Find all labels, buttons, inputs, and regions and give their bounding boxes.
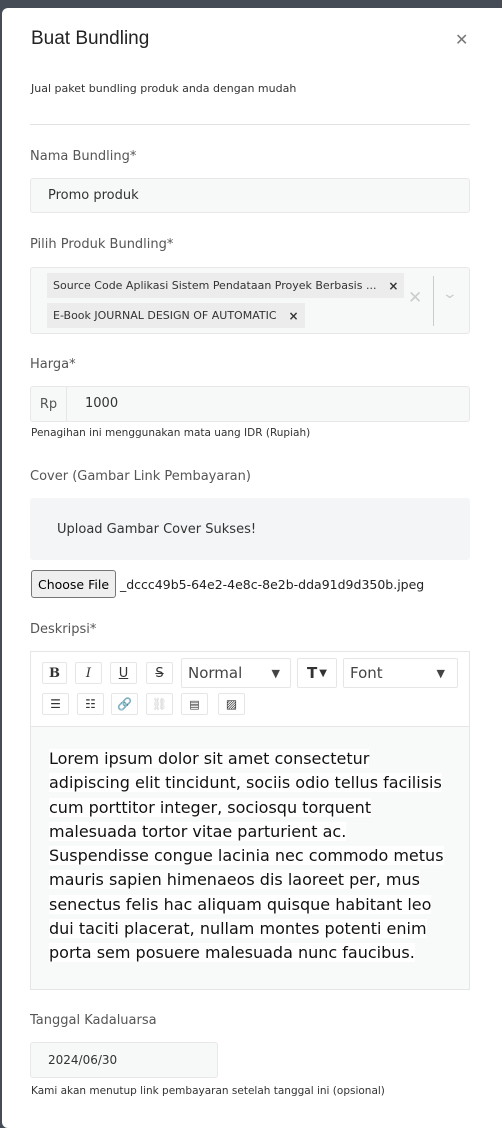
remove-tag-icon[interactable]: ×: [283, 303, 305, 328]
underline-button[interactable]: U: [110, 662, 137, 684]
modal-title: Buat Bundling: [31, 28, 150, 49]
harga-label: Harga*: [30, 357, 76, 372]
selected-tag: Source Code Aplikasi Sistem Pendataan Pr…: [47, 273, 405, 298]
remove-tag-icon[interactable]: ×: [382, 273, 404, 298]
font-size-dropdown[interactable]: T ▼: [297, 658, 337, 688]
numbered-list-icon[interactable]: ☷: [77, 693, 104, 715]
produk-label: Pilih Produk Bundling*: [30, 237, 174, 252]
caret-down-icon: ▼: [436, 666, 445, 680]
heading-dropdown[interactable]: Normal ▼: [181, 658, 291, 688]
italic-button[interactable]: I: [75, 662, 102, 684]
link-icon[interactable]: 🔗: [111, 693, 138, 715]
cover-status: Upload Gambar Cover Sukses!: [30, 498, 470, 560]
description-editor[interactable]: Lorem ipsum dolor sit amet consectetur a…: [30, 726, 470, 990]
tanggal-input[interactable]: 2024/06/30: [30, 1042, 218, 1078]
harga-group: Rp 1000: [30, 386, 470, 422]
harga-hint: Penagihan ini menggunakan mata uang IDR …: [31, 427, 311, 439]
tanggal-hint: Kami akan menutup link pembayaran setela…: [31, 1085, 385, 1097]
modal-subtitle: Jual paket bundling produk anda dengan m…: [31, 82, 297, 95]
harga-input[interactable]: 1000: [85, 396, 118, 411]
bullet-list-icon[interactable]: ☰: [42, 693, 69, 715]
tanggal-label: Tanggal Kadaluarsa: [30, 1013, 157, 1028]
strikethrough-button[interactable]: S: [146, 662, 173, 684]
selected-tag: E-Book JOURNAL DESIGN OF AUTOMATIC ×: [47, 303, 305, 328]
close-icon[interactable]: ✕: [455, 30, 468, 49]
separator: [433, 276, 434, 326]
font-dropdown[interactable]: Font ▼: [343, 658, 458, 688]
bold-button[interactable]: B: [42, 662, 67, 684]
caret-down-icon: ▼: [271, 666, 280, 680]
deskripsi-label: Deskripsi*: [30, 622, 97, 637]
file-name: _dccc49b5-64e2-4e8c-8e2b-dda91d9d350b.jp…: [120, 577, 425, 592]
chevron-down-icon[interactable]: ⌄: [442, 286, 458, 302]
produk-multiselect[interactable]: Source Code Aplikasi Sistem Pendataan Pr…: [30, 267, 470, 334]
nama-input[interactable]: Promo produk: [30, 178, 470, 213]
unlink-icon: ⛓: [146, 693, 173, 715]
clear-icon[interactable]: ✕: [408, 288, 422, 308]
image-icon[interactable]: ▨: [218, 693, 245, 715]
currency-prefix: Rp: [31, 387, 67, 421]
divider: [30, 124, 470, 125]
nama-label: Nama Bundling*: [30, 149, 137, 164]
cover-label: Cover (Gambar Link Pembayaran): [30, 469, 251, 484]
choose-file-button[interactable]: Choose File: [31, 570, 116, 598]
embed-icon[interactable]: ▤: [181, 693, 208, 715]
